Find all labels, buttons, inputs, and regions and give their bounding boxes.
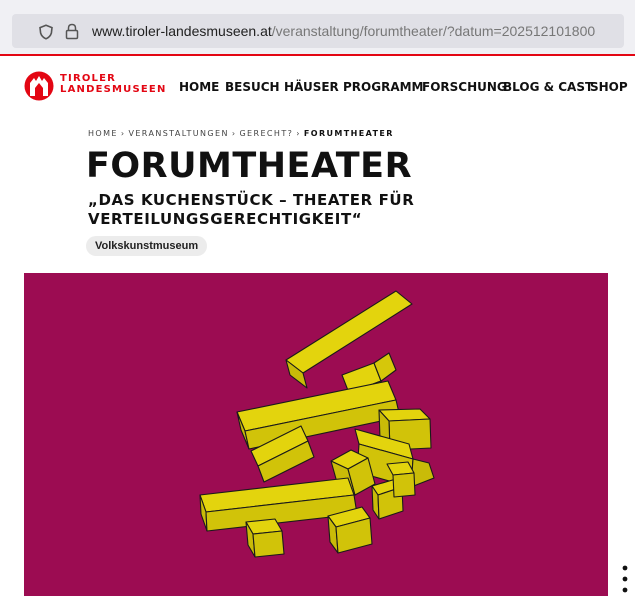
breadcrumb-current: FORUMTHEATER <box>303 129 394 138</box>
location-tag[interactable]: Volkskunstmuseum <box>86 236 208 256</box>
nav-forschung[interactable]: FORSCHUNG <box>422 80 507 94</box>
hero-image <box>24 273 608 596</box>
breadcrumb-home[interactable]: HOME <box>88 129 118 138</box>
nav-besuch[interactable]: BESUCH <box>225 80 280 94</box>
url-text[interactable]: www.tiroler-landesmuseen.at/veranstaltun… <box>92 23 595 39</box>
breadcrumb-veranstaltungen[interactable]: VERANSTALTUNGEN <box>128 129 228 138</box>
breadcrumb-gerecht[interactable]: GERECHT? <box>239 129 293 138</box>
page-subtitle: „DAS KUCHENSTÜCK – THEATER FÜR VERTEILUN… <box>88 191 415 228</box>
breadcrumb-separator: › <box>296 129 301 138</box>
nav-blog-cast[interactable]: BLOG & CAST <box>503 80 593 94</box>
nav-home[interactable]: HOME <box>179 80 219 94</box>
breadcrumb-separator: › <box>120 129 126 138</box>
nav-programm[interactable]: PROGRAMM <box>343 80 424 94</box>
logo-line-2: LANDESMUSEEN <box>60 84 167 95</box>
nav-shop[interactable]: SHOP <box>590 80 628 94</box>
url-path: /veranstaltung/forumtheater/?datum=20251… <box>271 23 596 39</box>
stacked-blocks-illustration <box>199 290 435 558</box>
shield-icon[interactable] <box>38 24 54 40</box>
landesmuseen-logo-icon[interactable] <box>24 71 54 101</box>
browser-toolbar: www.tiroler-landesmuseen.at/veranstaltun… <box>0 0 635 54</box>
lock-icon[interactable] <box>64 23 80 40</box>
logo-wordmark[interactable]: TIROLER LANDESMUSEEN <box>60 73 167 95</box>
nav-haeuser[interactable]: HÄUSER <box>284 80 339 94</box>
more-vertical-icon[interactable] <box>620 560 630 596</box>
breadcrumb-separator: › <box>231 129 237 138</box>
page-title: FORUMTHEATER <box>86 146 413 186</box>
logo-line-1: TIROLER <box>60 73 117 84</box>
url-host: www.tiroler-landesmuseen.at <box>92 23 272 39</box>
breadcrumb: HOME › VERANSTALTUNGEN › GERECHT? › FORUMTHEAT… <box>88 129 394 138</box>
